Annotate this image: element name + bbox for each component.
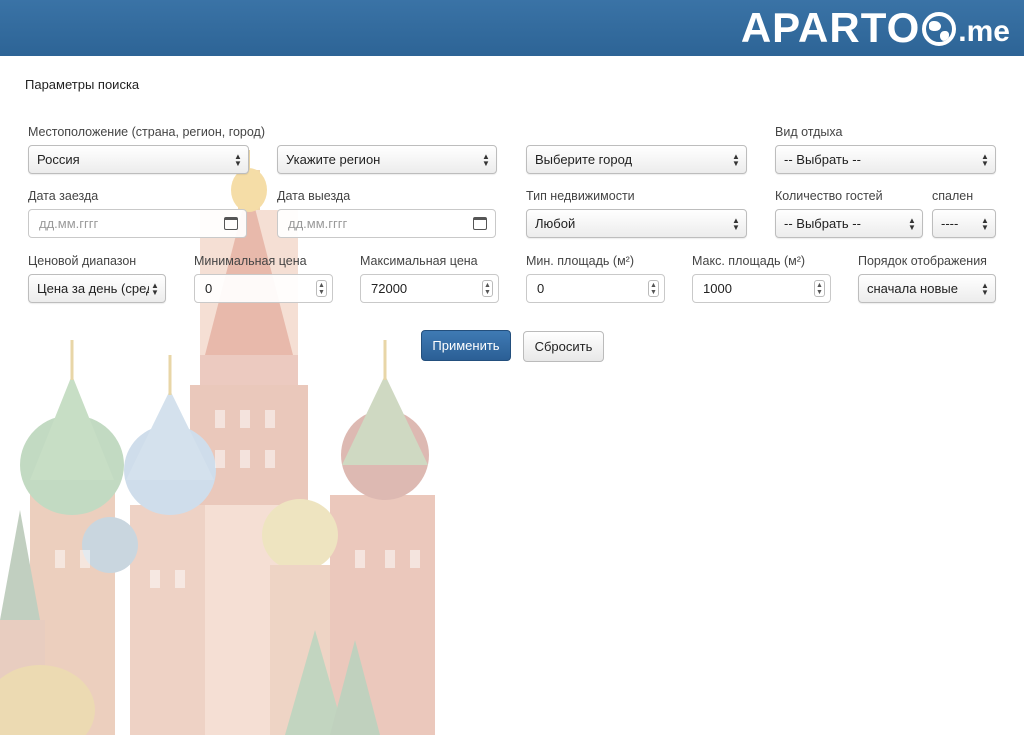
guests-label: Количество гостей <box>775 189 883 203</box>
aparto-logo[interactable]: APARTO .me <box>741 6 1010 50</box>
top-header: APARTO .me <box>0 0 1024 56</box>
number-spinner-icon[interactable]: ▲ ▼ <box>482 280 493 297</box>
checkout-placeholder: дд.мм.гггг <box>288 216 348 231</box>
min-price-label: Минимальная цена <box>194 254 307 268</box>
number-spinner-icon[interactable]: ▲ ▼ <box>648 280 659 297</box>
sort-order-label: Порядок отображения <box>858 254 987 268</box>
select-arrows-icon: ▲ ▼ <box>482 151 490 168</box>
min-area-value: 0 <box>537 281 545 296</box>
vacation-type-label: Вид отдыха <box>775 125 843 139</box>
vacation-type-select[interactable]: -- Выбрать -- ▲ ▼ <box>775 145 996 174</box>
min-price-value: 0 <box>205 281 213 296</box>
country-value: Россия <box>37 152 80 167</box>
checkout-label: Дата выезда <box>277 189 351 203</box>
max-price-label: Максимальная цена <box>360 254 478 268</box>
apply-button[interactable]: Применить <box>421 330 511 361</box>
bedrooms-label: спален <box>932 189 974 203</box>
location-label: Местоположение (страна, регион, город) <box>28 125 266 139</box>
property-type-value: Любой <box>535 216 576 231</box>
min-area-label: Мин. площадь (м²) <box>526 254 634 268</box>
select-arrows-icon: ▲ ▼ <box>732 151 740 168</box>
select-arrows-icon: ▲ ▼ <box>981 215 989 232</box>
number-spinner-icon[interactable]: ▲ ▼ <box>814 280 825 297</box>
price-range-label: Ценовой диапазон <box>28 254 137 268</box>
guests-value: -- Выбрать -- <box>784 216 861 231</box>
region-select[interactable]: Укажите регион ▲ ▼ <box>277 145 497 174</box>
max-price-value: 72000 <box>371 281 408 296</box>
checkin-placeholder: дд.мм.гггг <box>39 216 99 231</box>
checkout-date-input[interactable]: дд.мм.гггг <box>277 209 496 238</box>
region-value: Укажите регион <box>286 152 381 167</box>
select-arrows-icon: ▲ ▼ <box>908 215 916 232</box>
globe-icon <box>922 12 957 46</box>
select-arrows-icon: ▲ ▼ <box>981 280 989 297</box>
price-range-value: Цена за день (сред <box>37 281 149 296</box>
select-arrows-icon: ▲ ▼ <box>151 280 159 297</box>
checkin-date-input[interactable]: дд.мм.гггг <box>28 209 247 238</box>
max-area-input[interactable]: 1000 ▲ ▼ <box>692 274 831 303</box>
reset-button[interactable]: Сбросить <box>523 331 604 362</box>
country-select[interactable]: Россия ▲ ▼ <box>28 145 249 174</box>
bedrooms-value: ---- <box>941 216 959 231</box>
bedrooms-select[interactable]: ---- ▲ ▼ <box>932 209 996 238</box>
vacation-type-value: -- Выбрать -- <box>784 152 861 167</box>
price-range-select[interactable]: Цена за день (сред ▲ ▼ <box>28 274 166 303</box>
city-select[interactable]: Выберите город ▲ ▼ <box>526 145 747 174</box>
max-area-value: 1000 <box>703 281 732 296</box>
max-price-input[interactable]: 72000 ▲ ▼ <box>360 274 499 303</box>
min-area-input[interactable]: 0 ▲ ▼ <box>526 274 665 303</box>
select-arrows-icon: ▲ ▼ <box>234 151 242 168</box>
max-area-label: Макс. площадь (м²) <box>692 254 806 268</box>
logo-tld: .me <box>958 15 1010 48</box>
logo-text: APARTO <box>740 4 921 51</box>
select-arrows-icon: ▲ ▼ <box>981 151 989 168</box>
calendar-icon[interactable] <box>473 217 487 230</box>
property-type-select[interactable]: Любой ▲ ▼ <box>526 209 747 238</box>
guests-select[interactable]: -- Выбрать -- ▲ ▼ <box>775 209 923 238</box>
city-value: Выберите город <box>535 152 633 167</box>
checkin-label: Дата заезда <box>28 189 99 203</box>
number-spinner-icon[interactable]: ▲ ▼ <box>316 280 327 297</box>
select-arrows-icon: ▲ ▼ <box>732 215 740 232</box>
property-type-label: Тип недвижимости <box>526 189 635 203</box>
calendar-icon[interactable] <box>224 217 238 230</box>
min-price-input[interactable]: 0 ▲ ▼ <box>194 274 333 303</box>
sort-order-select[interactable]: сначала новые ▲ ▼ <box>858 274 996 303</box>
section-title: Параметры поиска <box>25 77 140 92</box>
sort-order-value: сначала новые <box>867 281 958 296</box>
